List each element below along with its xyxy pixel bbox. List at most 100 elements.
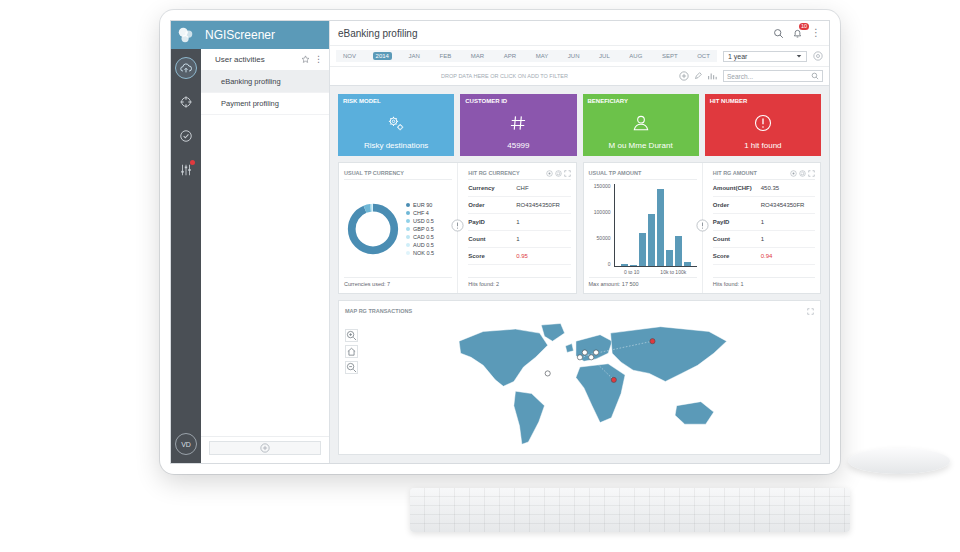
histogram-bar[interactable] bbox=[648, 214, 655, 266]
cloud-upload-icon bbox=[179, 61, 193, 75]
notifications-button[interactable]: 10 bbox=[792, 28, 803, 39]
timeline-month[interactable]: MAR bbox=[468, 52, 487, 60]
filter-toolbar: DROP DATA HERE OR CLICK ON ADD TO FILTER… bbox=[330, 66, 829, 86]
donut-segment[interactable] bbox=[352, 207, 395, 250]
timeline-month[interactable]: AUG bbox=[626, 52, 645, 60]
timeline-month[interactable]: JUL bbox=[596, 52, 613, 60]
timeline-month[interactable]: 2014 bbox=[373, 52, 392, 60]
currency-chart: USUAL TP CURRENCYEUR 90CHF 4USD 0.5GBP 0… bbox=[339, 163, 457, 293]
alert-dot bbox=[190, 160, 195, 165]
mouse bbox=[848, 448, 950, 474]
settings-icon[interactable] bbox=[790, 170, 797, 177]
expand-icon[interactable] bbox=[564, 170, 571, 177]
period-select[interactable]: 1 year bbox=[723, 51, 807, 62]
timeline-month[interactable]: JAN bbox=[406, 52, 423, 60]
hit-currency-table: HIT RG CURRENCYCurrencyCHFOrderRO4345435… bbox=[457, 163, 575, 293]
histogram-bar[interactable] bbox=[621, 264, 628, 266]
info-icon[interactable] bbox=[696, 219, 709, 232]
summary-card[interactable]: HIT NUMBER1 hit found bbox=[705, 94, 821, 156]
sidebar-item[interactable]: Payment profiling bbox=[201, 93, 329, 115]
star-icon[interactable] bbox=[301, 55, 310, 64]
monitor: VDNGIScreenerUser activities⋮eBanking pr… bbox=[160, 10, 840, 474]
timeline-month[interactable]: FEB bbox=[437, 52, 455, 60]
timeline-month[interactable]: JUN bbox=[565, 52, 583, 60]
search-field[interactable]: Search... bbox=[723, 70, 823, 82]
hash-icon bbox=[508, 113, 528, 133]
sidebar-section[interactable]: User activities⋮ bbox=[201, 49, 329, 71]
map-pin[interactable] bbox=[593, 350, 598, 355]
zoom-out-icon[interactable] bbox=[345, 361, 358, 374]
donut-segment[interactable] bbox=[352, 207, 395, 250]
add-filter-icon[interactable] bbox=[679, 71, 689, 81]
legend-item: CHF 4 bbox=[406, 210, 434, 216]
gears-icon bbox=[386, 113, 406, 133]
sidebar-item[interactable]: eBanking profiling bbox=[201, 71, 329, 93]
sidebar: NGIScreenerUser activities⋮eBanking prof… bbox=[201, 21, 330, 463]
amount-panel: USUAL TP AMOUNT1500001000005000000 to 10… bbox=[583, 162, 822, 294]
main-area: eBanking profiling 10 ⋮ NOV 2014 JAN FEB MAR APR… bbox=[330, 21, 829, 463]
timeline-month[interactable]: NOV bbox=[340, 52, 359, 60]
donut-segment[interactable] bbox=[352, 207, 395, 250]
search-icon[interactable] bbox=[773, 28, 784, 39]
legend-item: EUR 90 bbox=[406, 202, 434, 208]
timeline: NOV 2014 JAN FEB MAR APR MAY JUN JUL AUG SEPT OCT 1 … bbox=[330, 45, 829, 66]
histogram-bar[interactable] bbox=[639, 233, 646, 266]
map-pin[interactable] bbox=[545, 371, 550, 376]
nav-button[interactable] bbox=[175, 159, 197, 181]
dashboard: RISK MODELRisky destinationsCUSTOMER ID4… bbox=[330, 86, 829, 463]
timeline-month[interactable]: APR bbox=[501, 52, 519, 60]
filter-drop-zone[interactable]: DROP DATA HERE OR CLICK ON ADD TO FILTER bbox=[336, 73, 673, 79]
histogram-bar[interactable] bbox=[675, 236, 682, 266]
nav-button[interactable] bbox=[175, 91, 197, 113]
timeline-month[interactable]: OCT bbox=[694, 52, 713, 60]
legend-item: NOK 0.5 bbox=[406, 250, 434, 256]
legend-item: CAD 0.5 bbox=[406, 234, 434, 240]
histogram-bar[interactable] bbox=[684, 262, 691, 266]
map-pin[interactable] bbox=[650, 339, 655, 344]
section-menu-button[interactable]: ⋮ bbox=[314, 55, 323, 64]
nav-button[interactable] bbox=[175, 125, 197, 147]
donut-segment[interactable] bbox=[352, 207, 395, 250]
summary-card[interactable]: RISK MODELRisky destinations bbox=[338, 94, 454, 156]
add-button[interactable] bbox=[209, 441, 321, 455]
map-pin[interactable] bbox=[611, 377, 616, 382]
table-row: CurrencyCHF bbox=[468, 180, 570, 197]
info-icon[interactable] bbox=[451, 219, 464, 232]
page-title: eBanking profiling bbox=[338, 28, 773, 39]
expand-icon[interactable] bbox=[807, 308, 814, 315]
summary-card[interactable]: BENEFICIARYM ou Mme Durant bbox=[583, 94, 699, 156]
caret-down-icon bbox=[796, 53, 802, 59]
histogram-bar[interactable] bbox=[666, 250, 673, 266]
donut-segment[interactable] bbox=[352, 207, 395, 250]
expand-icon[interactable] bbox=[808, 170, 815, 177]
nav-button[interactable] bbox=[175, 57, 197, 79]
chart-type-icon[interactable] bbox=[707, 71, 717, 81]
map-panel: MAP RG TRANSACTIONS bbox=[338, 300, 821, 455]
refresh-icon[interactable] bbox=[555, 170, 562, 177]
product-shot: VDNGIScreenerUser activities⋮eBanking pr… bbox=[0, 0, 960, 552]
alert-icon bbox=[753, 113, 773, 133]
map-pin[interactable] bbox=[582, 350, 587, 355]
home-icon[interactable] bbox=[345, 345, 358, 358]
page-menu-button[interactable]: ⋮ bbox=[811, 28, 821, 38]
world-map[interactable] bbox=[362, 317, 814, 450]
map-pin[interactable] bbox=[589, 355, 594, 360]
refresh-icon[interactable] bbox=[799, 170, 806, 177]
timeline-month[interactable]: SEPT bbox=[659, 52, 681, 60]
histogram-bar[interactable] bbox=[630, 265, 637, 266]
hit-amount-table: HIT RG AMOUNTAmount(CHF)450.35OrderRO434… bbox=[702, 163, 820, 293]
edit-icon[interactable] bbox=[693, 71, 703, 81]
settings-icon[interactable] bbox=[546, 170, 553, 177]
donut-segment[interactable] bbox=[352, 207, 395, 250]
donut-segment[interactable] bbox=[352, 207, 395, 250]
user-avatar[interactable]: VD bbox=[175, 433, 197, 455]
timeline-settings-icon[interactable] bbox=[813, 51, 823, 61]
zoom-in-icon[interactable] bbox=[345, 329, 358, 342]
app-screen: VDNGIScreenerUser activities⋮eBanking pr… bbox=[170, 20, 830, 464]
histogram-bar[interactable] bbox=[657, 189, 664, 266]
map-pin[interactable] bbox=[577, 355, 582, 360]
timeline-month[interactable]: MAY bbox=[533, 52, 552, 60]
amount-chart: USUAL TP AMOUNT1500001000005000000 to 10… bbox=[584, 163, 702, 293]
legend-item: AUD 0.5 bbox=[406, 242, 434, 248]
summary-card[interactable]: CUSTOMER ID45999 bbox=[460, 94, 576, 156]
